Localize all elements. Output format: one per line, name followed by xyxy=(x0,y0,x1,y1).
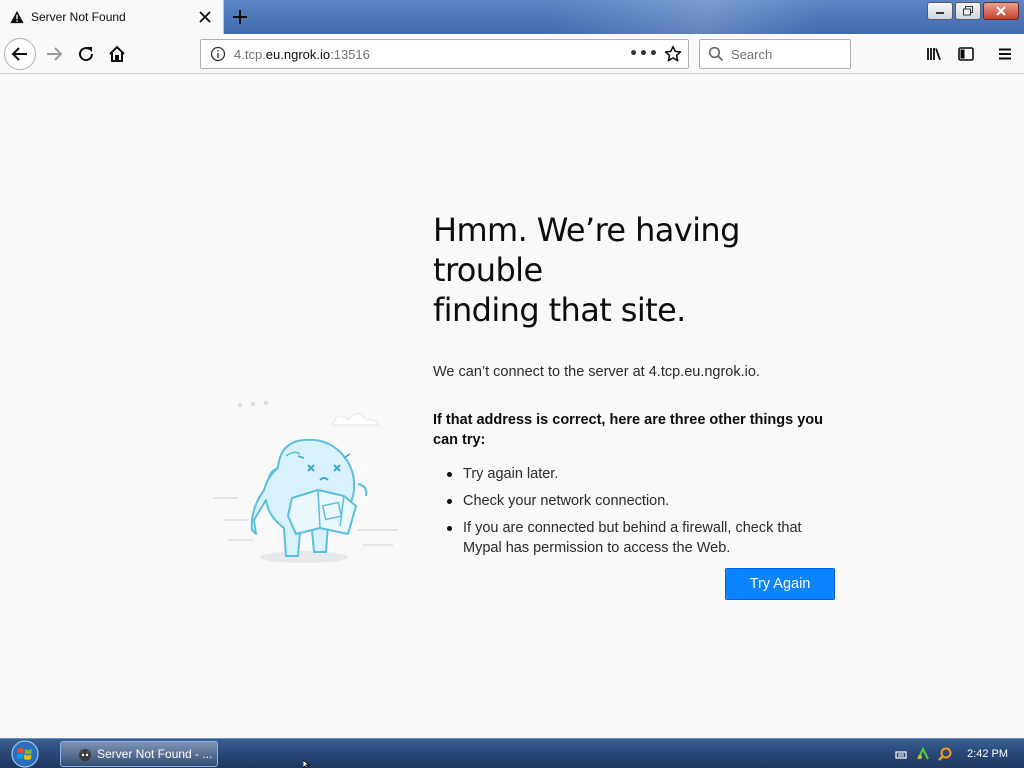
start-button[interactable] xyxy=(6,740,44,768)
minimize-icon xyxy=(936,12,944,14)
error-message: Hmm. We’re having trouble finding that si… xyxy=(433,210,843,565)
taskbar-item-browser[interactable]: Server Not Found - ... xyxy=(60,741,218,767)
reload-icon xyxy=(79,47,94,62)
plus-icon xyxy=(233,10,247,24)
tip-item: Check your network connection. xyxy=(433,491,843,511)
warning-icon xyxy=(10,10,24,24)
forward-arrow-icon xyxy=(47,47,63,61)
url-suffix: :13516 xyxy=(330,46,370,62)
try-again-button[interactable]: Try Again xyxy=(725,568,835,600)
tips-title: If that address is correct, here are thr… xyxy=(433,412,823,448)
tip-item: If you are connected but behind a firewa… xyxy=(433,518,843,558)
error-description: We can’t connect to the server at 4.tcp.… xyxy=(433,364,760,380)
home-button[interactable] xyxy=(101,38,133,70)
sidebar-button[interactable] xyxy=(950,38,982,70)
new-tab-button[interactable] xyxy=(230,7,250,27)
error-page: Hmm. We’re having trouble finding that si… xyxy=(0,75,1024,738)
browser-app-icon xyxy=(79,749,91,761)
restore-icon xyxy=(963,6,973,16)
tab-strip: Server Not Found xyxy=(0,0,1024,34)
sidebar-icon xyxy=(958,47,974,61)
library-icon xyxy=(927,48,941,61)
reload-button[interactable] xyxy=(70,38,102,70)
tab-server-not-found[interactable]: Server Not Found xyxy=(0,0,224,34)
system-tray: 2:42 PM xyxy=(893,739,1024,768)
network-icon[interactable] xyxy=(915,746,931,762)
home-icon xyxy=(109,45,125,62)
close-window-button[interactable] xyxy=(983,2,1019,20)
taskbar: Server Not Found - ... 2:42 PM xyxy=(0,738,1024,768)
url-text[interactable]: 4.tcp.eu.ngrok.io:13516 xyxy=(234,47,634,62)
tips-list: Try again later. Check your network conn… xyxy=(433,464,843,558)
menu-button[interactable] xyxy=(989,38,1021,70)
search-input[interactable] xyxy=(731,46,841,62)
restore-button[interactable] xyxy=(955,2,981,20)
window-controls xyxy=(927,2,1019,20)
navigation-toolbar: 4.tcp.eu.ngrok.io:13516 ••• xyxy=(0,34,1024,74)
tip-item: Try again later. xyxy=(433,464,843,484)
hamburger-menu-icon xyxy=(999,48,1011,60)
tab-title: Server Not Found xyxy=(31,10,126,24)
error-heading-line2: finding that site. xyxy=(433,291,686,329)
back-button[interactable] xyxy=(4,38,36,70)
info-icon[interactable] xyxy=(210,46,226,62)
windows-start-icon xyxy=(11,740,39,768)
taskbar-item-label: Server Not Found - ... xyxy=(97,747,213,761)
error-heading-line1: Hmm. We’re having trouble xyxy=(433,211,740,289)
forward-button[interactable] xyxy=(38,38,70,70)
keyboard-icon[interactable] xyxy=(893,746,909,762)
mouse-cursor-icon xyxy=(303,760,311,768)
address-bar[interactable]: 4.tcp.eu.ngrok.io:13516 ••• xyxy=(200,39,689,69)
search-icon xyxy=(708,46,724,62)
clock[interactable]: 2:42 PM xyxy=(967,748,1008,760)
page-actions-icon[interactable]: ••• xyxy=(629,46,658,62)
close-icon xyxy=(996,6,1006,16)
dino-illustration-icon xyxy=(213,401,398,563)
close-tab-icon[interactable] xyxy=(197,9,213,25)
url-prefix: 4.tcp. xyxy=(234,46,266,62)
browser-window: Server Not Found 4.tcp.eu.ngrok.io:13516… xyxy=(0,0,1024,768)
minimize-button[interactable] xyxy=(927,2,953,20)
library-button[interactable] xyxy=(918,38,950,70)
error-heading: Hmm. We’re having trouble finding that si… xyxy=(433,210,843,330)
search-bar[interactable] xyxy=(699,39,851,69)
bookmark-star-icon[interactable] xyxy=(664,45,682,63)
back-arrow-icon xyxy=(11,47,27,61)
search-tray-icon[interactable] xyxy=(937,746,953,762)
url-host: eu.ngrok.io xyxy=(265,46,331,62)
